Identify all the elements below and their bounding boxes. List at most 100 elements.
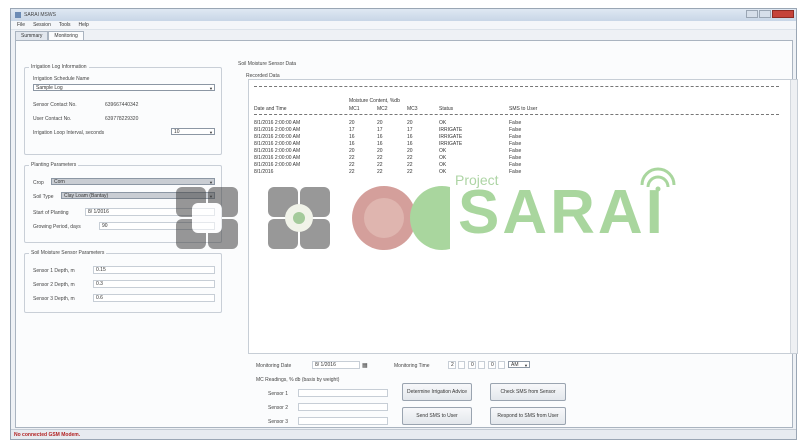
sensor1-depth-field[interactable]: 0.15 [93, 266, 215, 274]
col-mc3: MC3 [407, 106, 418, 112]
sensor-contact-value: 639667440342 [105, 102, 139, 108]
table-cell: IRRIGATE [439, 141, 463, 147]
minimize-button[interactable] [746, 10, 758, 18]
table-cell: 8/1/2016 2:00:00 AM [254, 148, 301, 154]
table-cell: OK [439, 148, 447, 154]
menu-session[interactable]: Session [33, 22, 51, 28]
sensor3-reading-field[interactable] [298, 417, 388, 425]
table-cell: 16 [349, 141, 355, 147]
table-cell: 8/1/2016 2:00:00 AM [254, 155, 301, 161]
col-status: Status [439, 106, 454, 112]
table-cell: IRRIGATE [439, 134, 463, 140]
maximize-button[interactable] [759, 10, 771, 18]
determine-irrigation-button[interactable]: Determine Irrigation Advice [402, 383, 472, 401]
monitoring-date-label: Monitoring Date [256, 363, 292, 369]
menu-bar: File Session Tools Help [11, 21, 796, 30]
calendar-icon[interactable]: ▦ [362, 362, 368, 369]
crop-value: Corn [54, 179, 65, 185]
minute-spinner[interactable] [478, 361, 485, 369]
send-sms-button[interactable]: Send SMS to User [402, 407, 472, 425]
sensor1-reading-label: Sensor 1 [268, 391, 289, 397]
chevron-down-icon: ▼ [524, 363, 528, 368]
watermark-logo-icon [176, 186, 474, 250]
second-spinner[interactable] [498, 361, 505, 369]
sensor2-depth-value: 0.3 [96, 281, 103, 287]
time-minute-field[interactable]: 0 [468, 361, 476, 369]
table-cell: 8/1/2016 2:00:00 AM [254, 127, 301, 133]
table-cell: 16 [349, 134, 355, 140]
user-contact-value: 639778229320 [105, 116, 139, 122]
menu-tools[interactable]: Tools [59, 22, 71, 28]
monitoring-date-value: 8/ 1/2016 [315, 362, 336, 368]
sarai-watermark: Project SARAI [170, 163, 690, 258]
hour-spinner[interactable] [458, 361, 465, 369]
sensor2-reading-field[interactable] [298, 403, 388, 411]
table-cell: 22 [377, 155, 383, 161]
moisture-group-header: Moisture Content, %db [349, 98, 400, 104]
monitoring-time-label: Monitoring Time [394, 363, 430, 369]
crop-label: Crop [33, 180, 44, 186]
signal-icon [640, 167, 676, 192]
sensor3-depth-field[interactable]: 0.6 [93, 294, 215, 302]
sensor3-reading-label: Sensor 3 [268, 419, 289, 425]
sensor1-depth-value: 0.15 [96, 267, 106, 273]
table-cell: False [509, 148, 522, 154]
ampm-select[interactable]: AM ▼ [508, 361, 530, 368]
table-cell: False [509, 127, 522, 133]
table-cell: 20 [349, 120, 355, 126]
col-sms-to-user: SMS to User [509, 106, 538, 112]
close-button[interactable] [772, 10, 794, 18]
col-date-time: Date and Time [254, 106, 287, 112]
window-title: SARAI MSWS [24, 12, 56, 18]
table-cell: False [509, 155, 522, 161]
col-mc2: MC2 [377, 106, 388, 112]
growing-period-label: Growing Period, days [33, 224, 81, 230]
irrigation-log-group: Irrigation Log Information Irrigation Sc… [24, 64, 222, 155]
header-rule-bottom [254, 114, 779, 115]
monitoring-date-field[interactable]: 8/ 1/2016 [312, 361, 360, 369]
interval-value: 10 [174, 129, 180, 135]
table-cell: 8/1/2016 2:00:00 AM [254, 141, 301, 147]
table-cell: 20 [377, 120, 383, 126]
header-rule-top [254, 86, 779, 87]
soil-type-value: Clay Loam (Bantay) [64, 193, 109, 199]
menu-help[interactable]: Help [79, 22, 89, 28]
app-icon [15, 12, 21, 18]
sensor3-depth-label: Sensor 3 Depth, m [33, 296, 75, 302]
sensor1-reading-field[interactable] [298, 389, 388, 397]
table-cell: 16 [407, 141, 413, 147]
table-cell: 16 [407, 134, 413, 140]
menu-file[interactable]: File [17, 22, 25, 28]
schedule-name-select[interactable]: Sample Log ▼ [33, 84, 215, 91]
table-cell: False [509, 141, 522, 147]
col-mc1: MC1 [349, 106, 360, 112]
check-sms-button[interactable]: Check SMS from Sensor [490, 383, 566, 401]
growing-period-value: 90 [102, 223, 108, 229]
title-bar: SARAI MSWS [11, 9, 796, 21]
table-cell: 17 [407, 127, 413, 133]
table-cell: 17 [377, 127, 383, 133]
soil-type-label: Soil Type [33, 194, 54, 200]
tab-summary[interactable]: Summary [15, 31, 49, 40]
respond-sms-button[interactable]: Respond to SMS from User [490, 407, 566, 425]
vertical-scrollbar[interactable] [790, 80, 797, 353]
sensor3-depth-value: 0.6 [96, 295, 103, 301]
interval-select[interactable]: 10 ▼ [171, 128, 215, 135]
table-cell: IRRIGATE [439, 127, 463, 133]
sensor2-depth-field[interactable]: 0.3 [93, 280, 215, 288]
table-cell: 16 [377, 134, 383, 140]
start-planting-value: 8/ 1/2016 [88, 209, 109, 215]
time-second-value: 0 [491, 362, 494, 368]
tab-strip: Summary Monitoring [15, 31, 84, 40]
tab-monitoring[interactable]: Monitoring [48, 31, 84, 40]
sensor2-reading-label: Sensor 2 [268, 405, 289, 411]
table-cell: OK [439, 155, 447, 161]
time-hour-field[interactable]: 2 [448, 361, 456, 369]
sensor2-depth-label: Sensor 2 Depth, m [33, 282, 75, 288]
soil-data-title: Soil Moisture Sensor Data [238, 61, 297, 67]
interval-label: Irrigation Loop Interval, seconds [33, 130, 105, 136]
chevron-down-icon: ▼ [209, 130, 213, 135]
watermark-sarai-text: SARAI [458, 178, 666, 247]
time-second-field[interactable]: 0 [488, 361, 496, 369]
time-minute-value: 0 [471, 362, 474, 368]
